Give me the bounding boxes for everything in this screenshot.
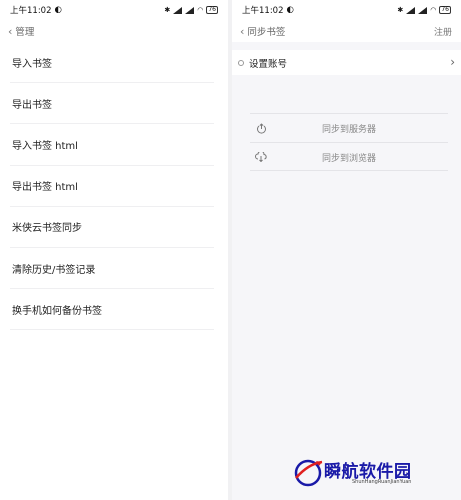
sync-to-server-button[interactable]: 同步到服务器 (250, 115, 448, 141)
right-screen: 上午11:02 ◐ ✱ ◠ 76 ‹ 同步书签 注册 设置账号 › 同步到服务器… (232, 0, 461, 500)
menu-item-import-html[interactable]: 导入书签 html (10, 124, 214, 166)
bluetooth-icon: ✱ (397, 6, 404, 14)
watermark-subtitle: ShunHangRuanJianYuan (352, 479, 412, 485)
divider (250, 113, 448, 114)
watermark-logo-icon (294, 459, 323, 487)
page-title: 管理 (15, 27, 35, 38)
notification-icon: ◐ (286, 5, 294, 15)
sync-to-server-label: 同步到服务器 (321, 124, 376, 135)
wifi-icon: ◠ (430, 6, 437, 14)
chevron-right-icon: › (450, 55, 455, 69)
bluetooth-icon: ✱ (164, 6, 171, 14)
battery-icon: 76 (206, 6, 218, 14)
watermark: 瞬航软件园 ShunHangRuanJianYuan (292, 452, 422, 496)
menu-list: 导入书签 导出书签 导入书签 html 导出书签 html 米侠云书签同步 清除… (0, 42, 228, 331)
back-icon[interactable]: ‹ (240, 25, 244, 38)
back-icon[interactable]: ‹ (8, 25, 12, 38)
sync-to-browser-button[interactable]: 同步到浏览器 (250, 144, 448, 170)
divider (250, 170, 448, 171)
menu-item-export-html[interactable]: 导出书签 html (10, 166, 214, 207)
menu-item-import[interactable]: 导入书签 (10, 42, 214, 84)
wifi-icon: ◠ (197, 6, 204, 14)
page-title: 同步书签 (247, 27, 286, 38)
menu-item-backup-guide[interactable]: 换手机如何备份书签 (10, 289, 214, 331)
battery-icon: 76 (439, 6, 451, 14)
notification-icon: ◐ (54, 5, 62, 15)
status-bar: 上午11:02 ◐ ✱ ◠ 76 (232, 0, 461, 20)
nav-bar: ‹ 同步书签 注册 (232, 20, 461, 42)
status-bar: 上午11:02 ◐ ✱ ◠ 76 (0, 0, 228, 20)
register-link[interactable]: 注册 (434, 25, 452, 38)
menu-item-export[interactable]: 导出书签 (10, 83, 214, 125)
divider (250, 142, 448, 143)
status-time: 上午11:02 (10, 6, 52, 16)
menu-item-cloud-sync[interactable]: 米侠云书签同步 (10, 207, 214, 248)
left-screen: 上午11:02 ◐ ✱ ◠ 76 ‹ 管理 导入书签 导出书签 导入书签 htm… (0, 0, 228, 500)
signal-icon (418, 6, 428, 14)
sync-to-browser-label: 同步到浏览器 (321, 153, 376, 164)
account-settings-label: 设置账号 (249, 58, 288, 70)
signal-icon (185, 6, 195, 14)
nav-bar: ‹ 管理 (0, 20, 228, 42)
signal-icon (173, 6, 183, 14)
status-time: 上午11:02 (242, 6, 284, 16)
account-settings-row[interactable]: 设置账号 › (232, 50, 461, 75)
signal-icon (406, 6, 416, 14)
menu-item-clear-history[interactable]: 清除历史/书签记录 (10, 248, 214, 290)
radio-icon (238, 59, 244, 66)
